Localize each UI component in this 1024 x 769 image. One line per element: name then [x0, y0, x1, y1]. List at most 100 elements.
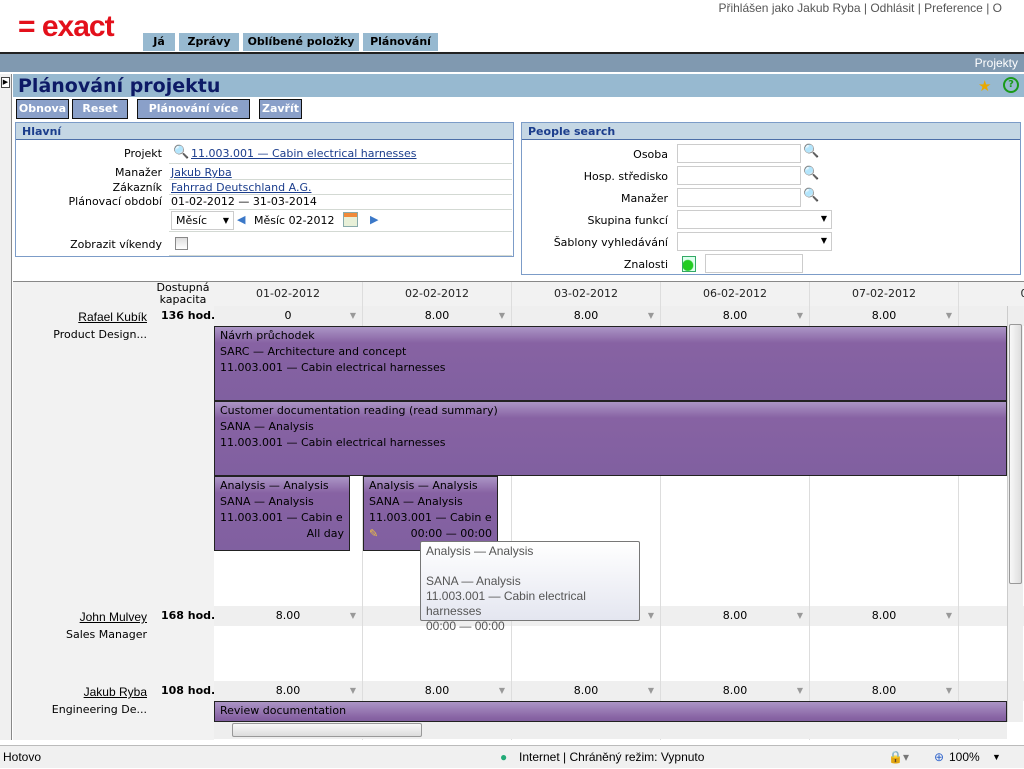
day-hours-cell[interactable]: 8.00 ▼	[661, 306, 810, 326]
cost-center-lookup-icon[interactable]: 🔍	[803, 166, 819, 181]
day-hours-cell[interactable]: 8.00 ▼	[363, 681, 512, 701]
period-label: Plánovací období	[68, 195, 162, 208]
manager-search-input[interactable]	[677, 188, 801, 207]
day-hours: 8.00	[275, 684, 301, 697]
protected-mode-icon[interactable]: 🔒▾	[888, 746, 909, 769]
person-name-link[interactable]: Jakub Ryba	[13, 685, 147, 699]
day-hours: 8.00	[722, 609, 748, 622]
people-search-heading: People search	[522, 123, 1020, 140]
multi-day-planning-button[interactable]: Plánování více dnů	[137, 99, 250, 133]
day-hours-cell[interactable]: 8.00 ▼	[661, 681, 810, 701]
add-favorite-icon[interactable]: ★	[978, 77, 991, 95]
event-block[interactable]: Analysis — Analysis SANA — Analysis 11.003…	[214, 476, 350, 551]
day-hours: 8.00	[424, 309, 450, 322]
event-block[interactable]: Analysis — Analysis SANA — Analysis 11.003…	[363, 476, 498, 551]
chevron-down-icon: ▼	[820, 236, 827, 245]
month-label: Měsíc 02-2012	[254, 214, 335, 227]
event-block[interactable]: Návrh průchodek SARC — Architecture and c…	[214, 326, 1007, 401]
about-link[interactable]: O	[993, 1, 1002, 15]
day-hours-cell[interactable]: 8.00 ▼	[810, 306, 959, 326]
event-block[interactable]: Review documentation	[214, 701, 1007, 722]
help-icon[interactable]: ?	[1003, 77, 1019, 93]
page-title: Plánování projektu	[18, 75, 221, 97]
expand-sidebar-icon[interactable]: ▶	[1, 77, 10, 88]
view-select[interactable]: Měsíc ▼	[171, 211, 234, 230]
day-hours-cell[interactable]: 8.00 ▼	[363, 306, 512, 326]
logged-in-as: Přihlášen jako Jakub Ryba	[718, 1, 861, 15]
chevron-down-icon[interactable]: ▼	[946, 681, 952, 701]
chevron-down-icon[interactable]: ▼	[797, 606, 803, 626]
chevron-down-icon[interactable]: ▼	[350, 306, 356, 326]
date-column-header: 06-02-2012	[661, 282, 810, 306]
reset-button[interactable]: Reset	[72, 99, 128, 119]
chevron-down-icon[interactable]: ▼	[350, 606, 356, 626]
customer-link[interactable]: Fahrrad Deutschland A.G.	[171, 181, 311, 194]
next-month-icon[interactable]: ▶	[370, 213, 378, 226]
weekends-checkbox[interactable]	[175, 237, 188, 250]
tab-planovani[interactable]: Plánování	[363, 33, 438, 51]
customer-label: Zákazník	[112, 181, 162, 194]
chevron-down-icon[interactable]: ▼	[499, 306, 505, 326]
chevron-down-icon: ▼	[222, 216, 229, 225]
function-group-select[interactable]: ▼	[677, 210, 832, 229]
close-button[interactable]: Zavřít	[259, 99, 302, 119]
edit-pencil-icon[interactable]: ✎	[369, 526, 378, 542]
tab-ja[interactable]: Já	[143, 33, 175, 51]
project-link[interactable]: 11.003.001 — Cabin electrical harnesses	[191, 147, 417, 160]
day-hours: 8.00	[275, 609, 301, 622]
chevron-down-icon[interactable]: ▼	[499, 681, 505, 701]
day-hours-cell[interactable]: 8.00 ▼	[661, 606, 810, 626]
tab-oblibene[interactable]: Oblíbené položky	[243, 33, 359, 51]
person-name-link[interactable]: Rafael Kubík	[13, 310, 147, 324]
day-hours: 8.00	[424, 684, 450, 697]
templates-label: Šablony vyhledávání	[553, 236, 668, 249]
vertical-scrollbar[interactable]	[1007, 306, 1023, 722]
manager-link[interactable]: Jakub Ryba	[171, 166, 232, 179]
skills-lookup-icon[interactable]	[682, 256, 696, 272]
day-hours-cell[interactable]: 8.00 ▼	[512, 681, 661, 701]
person-input[interactable]	[677, 144, 801, 163]
refresh-button[interactable]: Obnova	[16, 99, 69, 119]
day-hours-cell[interactable]: 0 ▼	[214, 306, 363, 326]
project-label: Projekt	[124, 147, 162, 160]
chevron-down-icon[interactable]: ▼	[648, 681, 654, 701]
tab-zpravy[interactable]: Zprávy	[179, 33, 239, 51]
preferences-link[interactable]: Preference	[924, 1, 983, 15]
person-role: Sales Manager	[66, 628, 147, 641]
logout-link[interactable]: Odhlásit	[870, 1, 914, 15]
zoom-level[interactable]: 100%	[949, 746, 980, 769]
person-label: Osoba	[633, 148, 668, 161]
chevron-down-icon[interactable]: ▼	[350, 681, 356, 701]
chevron-down-icon[interactable]: ▼	[797, 306, 803, 326]
calendar-icon[interactable]	[343, 212, 358, 227]
event-block[interactable]: Customer documentation reading (read sum…	[214, 401, 1007, 476]
day-hours-cell[interactable]: 8.00 ▼	[810, 606, 959, 626]
planning-grid: Dostupná kapacita 01-02-2012 02-02-2012 03…	[13, 281, 1024, 740]
chevron-down-icon[interactable]: ▼	[992, 746, 1001, 769]
status-text: Hotovo	[3, 750, 42, 764]
chevron-down-icon[interactable]: ▼	[946, 606, 952, 626]
project-lookup-icon[interactable]: 🔍	[173, 145, 189, 160]
chevron-down-icon[interactable]: ▼	[946, 306, 952, 326]
skills-input[interactable]	[705, 254, 803, 273]
chevron-down-icon[interactable]: ▼	[797, 681, 803, 701]
templates-select[interactable]: ▼	[677, 232, 832, 251]
horizontal-scrollbar[interactable]	[214, 722, 1007, 739]
day-hours-cell[interactable]: 8.00 ▼	[214, 606, 363, 626]
main-panel: Hlavní Projekt 🔍 11.003.001 — Cabin elec…	[15, 122, 514, 257]
chevron-down-icon[interactable]: ▼	[648, 606, 654, 626]
day-hours: 8.00	[871, 609, 897, 622]
function-group-label: Skupina funkcí	[587, 214, 668, 227]
person-name-link[interactable]: John Mulvey	[13, 610, 147, 624]
cost-center-input[interactable]	[677, 166, 801, 185]
day-hours-cell[interactable]: 8.00 ▼	[214, 681, 363, 701]
day-hours-cell[interactable]: 8.00 ▼	[512, 306, 661, 326]
day-hours: 8.00	[573, 309, 599, 322]
breadcrumb[interactable]: Projekty	[0, 54, 1024, 73]
day-hours-cell[interactable]: 8.00 ▼	[810, 681, 959, 701]
left-gutter	[0, 74, 12, 740]
chevron-down-icon[interactable]: ▼	[648, 306, 654, 326]
prev-month-icon[interactable]: ◀	[237, 213, 245, 226]
person-lookup-icon[interactable]: 🔍	[803, 144, 819, 159]
manager-lookup-icon[interactable]: 🔍	[803, 188, 819, 203]
